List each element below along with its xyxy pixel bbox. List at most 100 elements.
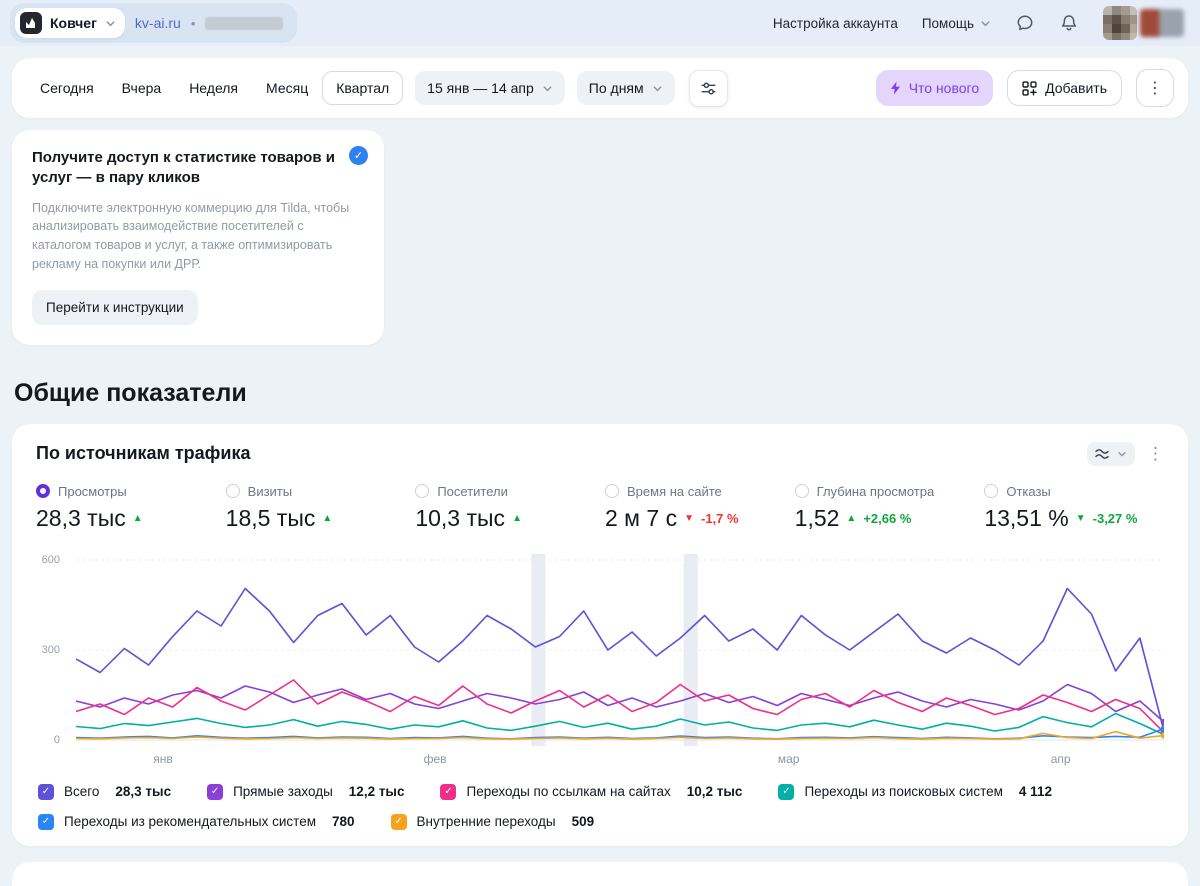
counter-selector[interactable]: Ковчег: [15, 8, 125, 38]
chevron-down-icon: [105, 18, 116, 29]
metric-visits[interactable]: Визиты 18,5 тыс ▲: [225, 483, 406, 532]
add-widget-button[interactable]: Добавить: [1007, 70, 1122, 106]
bell-icon[interactable]: [1059, 13, 1079, 33]
chart-plot-area: янв фев мар апр: [76, 553, 1164, 772]
traffic-chart-svg: [76, 553, 1164, 746]
counter-name: Ковчег: [50, 15, 97, 31]
whats-new-button[interactable]: Что нового: [875, 70, 994, 106]
redacted-user-name: [1140, 9, 1184, 37]
user-avatar[interactable]: [1103, 6, 1184, 40]
metric-radio-time-on-site[interactable]: [605, 484, 619, 498]
help-label: Помощь: [921, 15, 974, 31]
legend-value: 10,2 тыс: [686, 784, 743, 799]
x-axis-label: фев: [423, 751, 447, 766]
legend-checkbox-internal[interactable]: ✓: [390, 813, 407, 830]
site-link[interactable]: kv-ai.ru: [135, 15, 181, 31]
metric-depth[interactable]: Глубина просмотра 1,52 ▲ +2,66 %: [794, 483, 975, 532]
date-range-label: 15 янв — 14 апр: [427, 80, 534, 96]
legend-item-total: ✓ Всего 28,3 тыс: [38, 783, 171, 800]
trend-arrow-icon: ▲: [512, 512, 522, 524]
add-label: Добавить: [1045, 80, 1107, 96]
metric-radio-pageviews[interactable]: [36, 484, 50, 498]
widget-title: По источникам трафика: [36, 443, 251, 463]
metric-label: Просмотры: [58, 483, 127, 499]
metric-label: Посетители: [437, 483, 508, 499]
top-header: Ковчег kv-ai.ru • Настройка аккаунта Пом…: [0, 0, 1200, 46]
legend-item-internal: ✓ Внутренние переходы 509: [390, 813, 595, 830]
legend-checkbox-search[interactable]: ✓: [778, 783, 795, 800]
promo-instruction-button[interactable]: Перейти к инструкции: [32, 289, 198, 325]
legend-item-search: ✓ Переходы из поисковых систем 4 112: [778, 783, 1052, 800]
line-chart-icon: [1095, 448, 1109, 459]
avatar-pixelated-image: [1103, 6, 1137, 40]
chevron-down-icon: [1117, 449, 1127, 459]
promo-title: Получите доступ к статистике товаров и у…: [32, 149, 335, 187]
period-tab-quarter[interactable]: Квартал: [322, 71, 404, 105]
legend-value: 509: [571, 814, 595, 829]
ecommerce-promo-card: Получите доступ к статистике товаров и у…: [12, 130, 384, 345]
period-toolbar: Сегодня Вчера Неделя Месяц Квартал 15 янв — …: [12, 58, 1188, 118]
trend-arrow-icon: ▼: [684, 512, 694, 524]
next-widget-strip: [12, 861, 1188, 886]
chart-legend: ✓ Всего 28,3 тыс ✓ Прямые заходы 12,2 тыс ✓ Пер…: [36, 783, 1164, 830]
help-menu[interactable]: Помощь: [922, 16, 991, 31]
metric-value: 1,52 ▲ +2,66 %: [794, 504, 912, 531]
toolbar-kebab-menu[interactable]: ⋮: [1136, 69, 1174, 107]
trend-arrow-icon: ▼: [1075, 512, 1086, 524]
period-tab-week[interactable]: Неделя: [175, 71, 252, 105]
account-settings-link[interactable]: Настройка аккаунта: [773, 16, 898, 31]
chevron-down-icon: [980, 18, 991, 29]
widget-kebab-menu[interactable]: ⋮: [1147, 444, 1164, 464]
whats-new-label: Что нового: [908, 80, 980, 96]
trend-arrow-icon: ▲: [846, 512, 857, 524]
segment-filter-button[interactable]: [688, 69, 728, 107]
legend-checkbox-recommend[interactable]: ✓: [38, 813, 54, 830]
page-section-title: Общие показатели: [14, 378, 247, 407]
metric-delta: -3,27 %: [1092, 510, 1138, 526]
legend-checkbox-total[interactable]: ✓: [38, 783, 54, 800]
account-settings-label: Настройка аккаунта: [772, 15, 898, 31]
x-axis: янв фев мар апр: [76, 750, 1164, 772]
metric-radio-depth[interactable]: [794, 484, 809, 498]
metric-radio-bounce-rate[interactable]: [984, 484, 999, 498]
metric-value: 2 м 7 с ▼ -1,7 %: [605, 504, 739, 531]
metrica-logo-icon: [20, 12, 42, 34]
check-circle-icon: ✓: [349, 146, 368, 165]
header-right: Настройка аккаунта Помощь: [773, 6, 1184, 40]
legend-value: 4 112: [1018, 784, 1052, 799]
legend-item-direct: ✓ Прямые заходы 12,2 тыс: [207, 783, 404, 800]
period-tab-yesterday[interactable]: Вчера: [108, 71, 176, 105]
period-tab-month[interactable]: Месяц: [252, 71, 322, 105]
chart-type-selector[interactable]: [1087, 441, 1135, 466]
chat-icon[interactable]: [1015, 13, 1035, 33]
metric-radio-visitors[interactable]: [415, 484, 430, 498]
metric-label: Глубина просмотра: [816, 483, 935, 499]
metric-time-on-site[interactable]: Время на сайте 2 м 7 с ▼ -1,7 %: [605, 484, 785, 532]
legend-checkbox-site-links[interactable]: ✓: [440, 783, 457, 800]
legend-item-recommend: ✓ Переходы из рекомендательных систем 780: [38, 813, 355, 830]
metric-visitors[interactable]: Посетители 10,3 тыс ▲: [415, 484, 595, 532]
metric-radio-visits[interactable]: [225, 484, 240, 498]
metrics-row: Просмотры 28,3 тыс ▲ Визиты 18,5 тыс ▲ Посетит…: [36, 484, 1164, 532]
legend-checkbox-direct[interactable]: ✓: [207, 783, 224, 800]
series-line-total: [76, 587, 1164, 731]
metric-bounce-rate[interactable]: Отказы 13,51 % ▼ -3,27 %: [984, 484, 1164, 532]
metric-label: Время на сайте: [627, 483, 722, 499]
series-line-search: [76, 712, 1164, 735]
sliders-icon: [701, 82, 716, 94]
period-tabs: Сегодня Вчера Неделя Месяц Квартал: [26, 71, 404, 105]
traffic-chart[interactable]: 0 300 600 янв фев мар апр: [36, 553, 1164, 772]
traffic-sources-widget: По источникам трафика ⋮ Просмотры 28,3 ты…: [12, 423, 1188, 846]
separator-dot: •: [190, 15, 196, 31]
trend-arrow-icon: ▲: [322, 512, 333, 524]
legend-value: 780: [332, 814, 355, 829]
counter-group: Ковчег kv-ai.ru •: [10, 3, 298, 43]
metric-pageviews[interactable]: Просмотры 28,3 тыс ▲: [36, 484, 216, 532]
metric-label: Визиты: [247, 483, 293, 499]
date-range-selector[interactable]: 15 янв — 14 апр: [415, 71, 565, 105]
legend-label: Переходы из рекомендательных систем: [64, 814, 316, 829]
period-tab-today[interactable]: Сегодня: [26, 71, 108, 105]
metric-label: Отказы: [1006, 483, 1051, 499]
lightning-icon: [890, 81, 900, 95]
granularity-selector[interactable]: По дням: [576, 71, 675, 105]
